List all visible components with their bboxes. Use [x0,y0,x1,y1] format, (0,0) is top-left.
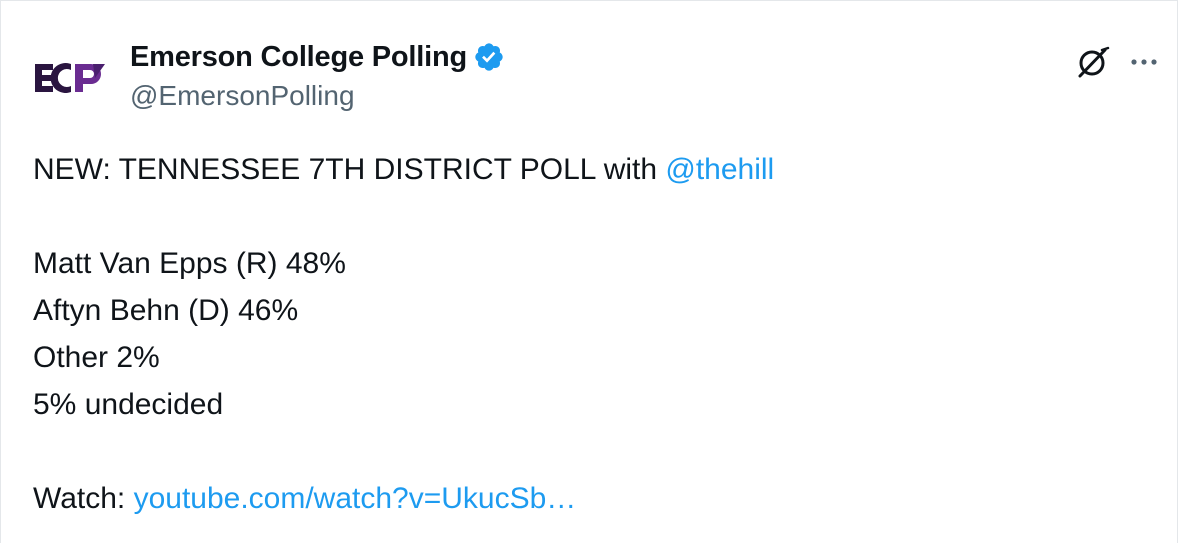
watch-line: Watch: youtube.com/watch?v=UkucSb… [33,475,1143,522]
mention-link[interactable]: @thehill [665,153,774,186]
youtube-link[interactable]: youtube.com/watch?v=UkucSb… [134,482,577,515]
tweet-header: Emerson College Polling @EmersonPolling [30,38,1157,118]
result-line: Matt Van Epps (R) 48% [33,247,346,280]
grok-icon[interactable] [1072,42,1112,82]
result-line: Other 2% [33,341,160,374]
avatar[interactable] [30,38,110,118]
display-name-row: Emerson College Polling [130,38,505,76]
watch-label: Watch: [33,482,134,515]
author-display-name[interactable]: Emerson College Polling [130,41,467,74]
author-info: Emerson College Polling @EmersonPolling [130,38,505,112]
headline-text: NEW: TENNESSEE 7TH DISTRICT POLL with [33,153,666,186]
headline-line: NEW: TENNESSEE 7TH DISTRICT POLL with @t… [33,146,1143,193]
result-line: Aftyn Behn (D) 46% [33,294,299,327]
ecp-logo-icon [35,63,105,93]
tweet-text: NEW: TENNESSEE 7TH DISTRICT POLL with @t… [33,146,1143,522]
author-handle[interactable]: @EmersonPolling [130,80,505,112]
more-options-icon[interactable] [1124,42,1164,82]
result-line: 5% undecided [33,388,224,421]
verified-badge-icon [475,43,503,71]
